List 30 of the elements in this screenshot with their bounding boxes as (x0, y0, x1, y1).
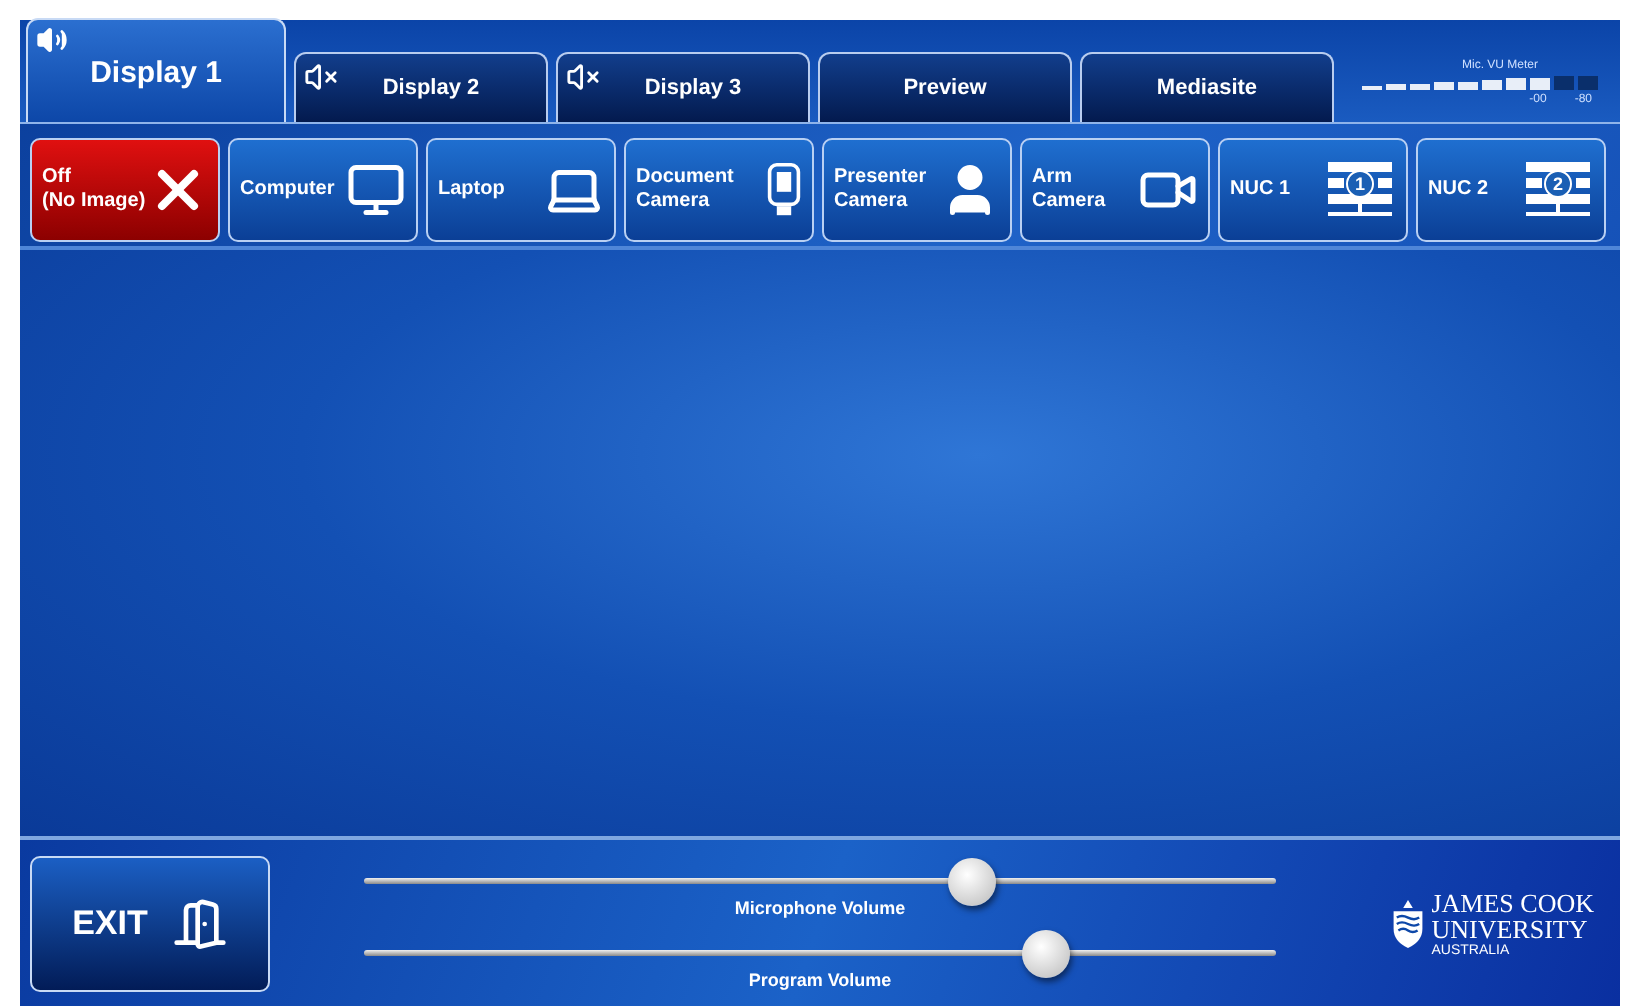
server-number: 2 (1544, 170, 1572, 198)
display-tab[interactable]: Display 2 (294, 52, 548, 122)
source-button[interactable]: Arm Camera (1020, 138, 1210, 242)
source-button[interactable]: Presenter Camera (822, 138, 1012, 242)
slider-thumb[interactable] (1022, 929, 1071, 977)
volume-slider[interactable] (364, 929, 1276, 977)
display-tab[interactable]: Preview (818, 52, 1072, 122)
slider-label: Microphone Volume (734, 899, 906, 917)
logo-text: JAMES COOK (1431, 889, 1594, 915)
server-number: 1 (1346, 170, 1374, 198)
document-camera-icon (766, 162, 802, 218)
logo-text: UNIVERSITY (1431, 915, 1590, 941)
slider-label: Program Volume (748, 971, 892, 989)
computer-icon (346, 160, 406, 220)
slider-thumb[interactable] (948, 857, 997, 905)
exit-button[interactable]: EXIT (30, 855, 270, 991)
source-button[interactable]: Off (No Image) (30, 138, 220, 242)
display-tab[interactable]: Display 1 (26, 18, 286, 122)
source-button[interactable]: Computer (228, 138, 418, 242)
crest-icon (1391, 897, 1424, 949)
volume-slider[interactable] (364, 857, 1276, 905)
network-server-icon (1522, 160, 1594, 220)
source-button[interactable]: Document Camera (624, 138, 814, 242)
source-button[interactable]: NUC 1 1 (1218, 138, 1408, 242)
display-tab[interactable]: Mediasite (1080, 52, 1334, 122)
source-button[interactable]: Laptop (426, 138, 616, 242)
exit-door-icon (171, 895, 228, 951)
network-server-icon (1324, 160, 1396, 220)
display-tab[interactable]: Display 3 (556, 52, 810, 122)
source-button[interactable]: NUC 2 2 (1416, 138, 1606, 242)
